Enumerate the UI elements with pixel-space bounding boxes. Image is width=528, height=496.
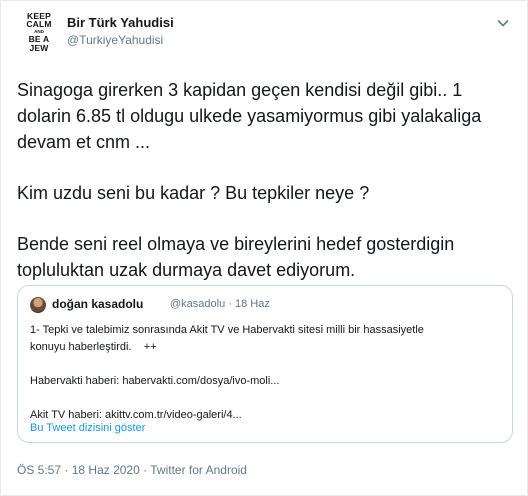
- author-handle[interactable]: @TurkiyeYahudisi: [67, 33, 163, 47]
- quoted-date: 18 Haz: [235, 298, 270, 310]
- tweet-date[interactable]: 18 Haz 2020: [72, 463, 140, 477]
- tweet-time[interactable]: ÖS 5:57: [17, 463, 61, 477]
- quoted-separator: ·: [228, 298, 232, 310]
- avatar-text-jew: JEW: [29, 42, 49, 53]
- footer-separator: ·: [143, 463, 148, 477]
- quoted-line-suffix: ++: [143, 341, 157, 353]
- quoted-tweet[interactable]: doğan kasadolu @kasadolu · 18 Haz 1- Tep…: [17, 285, 513, 443]
- show-thread-link[interactable]: Bu Tweet dizisini göster: [30, 422, 145, 434]
- tweet-card: KEEP CALM AND BE A JEW Bir Türk Yahudisi…: [0, 0, 528, 496]
- quoted-author-name: doğan kasadolu: [52, 297, 144, 311]
- tweet-paragraph: Bende seni reel olmaya ve bireylerini he…: [17, 234, 455, 280]
- tweet-paragraph: Sinagoga girerken 3 kapidan geçen kendis…: [17, 80, 482, 152]
- author-name[interactable]: Bir Türk Yahudisi: [67, 15, 174, 30]
- avatar[interactable]: KEEP CALM AND BE A JEW: [17, 9, 61, 55]
- tweet-paragraph: Kim uzdu seni bu kadar ? Bu tepkiler ney…: [17, 183, 370, 203]
- chevron-down-icon[interactable]: [495, 15, 511, 31]
- quoted-avatar: [30, 297, 46, 313]
- quoted-text: 1- Tepki ve talebimiz sonrasında Akit TV…: [30, 322, 500, 424]
- quoted-meta: @kasadolu · 18 Haz: [170, 298, 270, 310]
- quoted-line: konuyu haberleştirdi. ++: [30, 339, 500, 356]
- quoted-line: 1- Tepki ve talebimiz sonrasında Akit TV…: [30, 324, 424, 336]
- tweet-text: Sinagoga girerken 3 kapidan geçen kendis…: [17, 77, 517, 283]
- quoted-line: Habervakti haberi: habervakti.com/dosya/…: [30, 375, 280, 387]
- avatar-text-calm: CALM: [26, 19, 52, 30]
- footer-separator: ·: [64, 463, 69, 477]
- quoted-line-main: konuyu haberleştirdi.: [30, 341, 132, 353]
- tweet-footer: ÖS 5:57 · 18 Haz 2020 · Twitter for Andr…: [17, 463, 247, 477]
- tweet-source-app[interactable]: Twitter for Android: [150, 463, 247, 477]
- quoted-author-handle: @kasadolu: [170, 298, 226, 310]
